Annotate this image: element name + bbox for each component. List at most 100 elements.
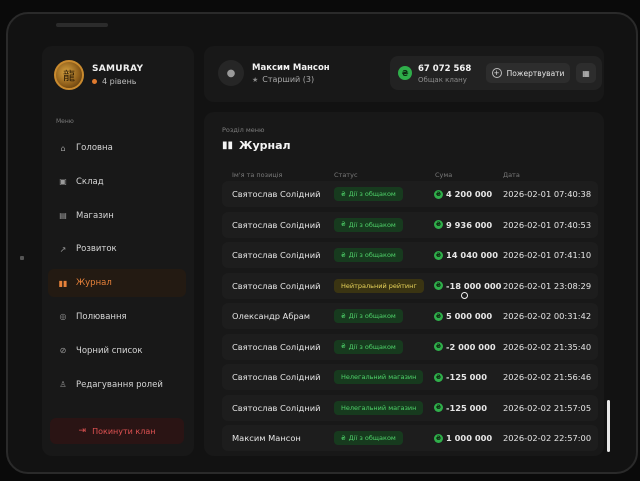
status-text: Дії з общаком: [348, 251, 396, 259]
user-edit-icon: ♙: [59, 380, 67, 390]
page-title: ▮▮ Журнал: [222, 139, 291, 152]
sidebar-item-label: Розвиток: [76, 244, 117, 255]
row-name: Святослав Солідний: [232, 250, 321, 260]
sidebar-item-label: Редагування ролей: [76, 379, 163, 390]
wallet-icon[interactable]: ▦: [576, 63, 596, 83]
status-badge: Нейтральний рейтинг: [334, 278, 424, 293]
table-row[interactable]: Святослав Солідний Нейтральний рейтинг ₴…: [222, 272, 598, 299]
book-icon: ▮▮: [222, 140, 234, 151]
table-row[interactable]: Олександр Абрам ₴ Дії з общаком ₴ 5 000 00…: [222, 303, 598, 329]
donate-label: Пожертвувати: [506, 68, 565, 78]
sidebar-item-roles[interactable]: ♙ Редагування ролей: [48, 371, 186, 399]
table-row[interactable]: Святослав Солідний Нелегальний магазин ₴…: [222, 364, 598, 390]
sidebar-item-hunting[interactable]: ◎ Полювання: [48, 303, 186, 331]
row-status: ₴ Дії з общаком: [334, 242, 403, 268]
row-date: 2026-02-02 21:56:46: [503, 372, 592, 382]
donate-button[interactable]: + Пожертвувати: [486, 63, 570, 83]
row-date: 2026-02-02 21:57:05: [503, 402, 592, 413]
sidebar-item-label: Магазин: [76, 210, 114, 221]
leave-clan-button[interactable]: ⇥ Покинути клан: [50, 418, 184, 444]
status-badge: Нелегальний магазин: [334, 400, 424, 415]
row-amount: ₴ 1 000 000: [434, 425, 492, 451]
status-badge: ₴ Дії з общаком: [334, 431, 403, 445]
store-icon: ▤: [59, 211, 67, 221]
sidebar-item-blacklist[interactable]: ⊘ Чорний список: [48, 337, 186, 365]
sidebar-menu: ⌂ Головна ▣ Склад ▤ Магазин ↗ Розвиток ▮…: [48, 134, 186, 404]
table-row[interactable]: Святослав Солідний ₴ Дії з общаком ₴ 9 936…: [222, 211, 598, 238]
sidebar-item-label: Чорний список: [76, 345, 143, 356]
row-name: Святослав Солідний: [232, 280, 321, 291]
dragon-emblem-icon: 龍: [54, 60, 84, 90]
amount-text: -125 000: [446, 372, 487, 382]
row-status: Нейтральний рейтинг: [334, 273, 424, 299]
home-icon: ⌂: [60, 143, 66, 153]
row-name: Святослав Солідний: [232, 402, 321, 413]
tablet-frame: 龍 SAMURAY 4 рівень Меню ⌂ Головна ▣ Скла…: [6, 12, 638, 474]
exit-icon: ⇥: [78, 426, 87, 436]
status-text: Дії з общаком: [348, 434, 396, 442]
coin-icon: ₴: [434, 372, 443, 382]
user-avatar-icon[interactable]: ●: [218, 60, 244, 86]
table-row[interactable]: Святослав Солідний ₴ Дії з общаком ₴ -2 00…: [222, 333, 598, 360]
row-date: 2026-02-02 21:35:40: [503, 341, 592, 352]
status-text: Дії з общаком: [348, 342, 396, 351]
table-row[interactable]: Святослав Солідний ₴ Дії з общаком ₴ 4 200…: [222, 181, 598, 207]
cash-icon: ₴: [341, 251, 346, 259]
scrollbar[interactable]: [607, 400, 610, 452]
sidebar-item-home[interactable]: ⌂ Головна: [48, 134, 186, 162]
bezel-dot: [20, 256, 24, 260]
ban-icon: ⊘: [59, 346, 67, 356]
level-dot-icon: [92, 79, 97, 84]
leave-clan-label: Покинути клан: [92, 426, 156, 436]
amount-text: 5 000 000: [446, 311, 493, 321]
row-status: Нелегальний магазин: [334, 364, 424, 390]
row-status: ₴ Дії з общаком: [334, 181, 403, 207]
clan-profile[interactable]: 龍 SAMURAY 4 рівень: [54, 60, 143, 90]
status-badge: ₴ Дії з общаком: [334, 187, 403, 201]
mouse-cursor-icon: [461, 292, 468, 299]
row-status: ₴ Дії з общаком: [334, 303, 403, 329]
table-row[interactable]: Святослав Солідний ₴ Дії з общаком ₴ 14 04…: [222, 242, 598, 268]
box-icon: ▣: [59, 177, 67, 187]
row-date: 2026-02-01 07:40:38: [503, 189, 592, 199]
amount-text: 9 936 000: [446, 219, 493, 230]
amount-text: -125 000: [446, 402, 487, 413]
status-badge: ₴ Дії з общаком: [334, 339, 403, 354]
header-card: ● Максим Мансон ★ Старший (3) ₴ 67 072 5…: [204, 46, 604, 102]
funds-amount: 67 072 568: [418, 64, 472, 74]
row-date: 2026-02-01 07:41:10: [503, 250, 592, 260]
table-row[interactable]: Святослав Солідний Нелегальний магазин ₴…: [222, 394, 598, 421]
row-status: Нелегальний магазин: [334, 395, 424, 421]
column-header-date: Дата: [503, 171, 520, 179]
section-caption: Розділ меню: [222, 126, 265, 134]
row-name: Святослав Солідний: [232, 372, 321, 382]
row-name: Олександр Абрам: [232, 311, 311, 321]
cash-icon: ₴: [341, 221, 346, 228]
amount-text: -18 000 000: [446, 280, 502, 291]
sidebar-item-development[interactable]: ↗ Розвиток: [48, 235, 186, 263]
status-text: Нелегальний магазин: [341, 373, 417, 381]
sidebar-item-store[interactable]: ▤ Магазин: [48, 202, 186, 230]
row-amount: ₴ -2 000 000: [434, 334, 496, 360]
coin-icon: ₴: [434, 250, 443, 260]
row-date: 2026-02-02 00:31:42: [503, 311, 592, 321]
user-rank: ★ Старший (3): [252, 75, 314, 84]
row-date: 2026-02-01 23:08:29: [503, 280, 592, 291]
amount-text: -2 000 000: [446, 341, 496, 352]
sidebar-item-journal[interactable]: ▮▮ Журнал: [48, 269, 186, 298]
amount-text: 14 040 000: [446, 250, 498, 260]
status-text: Нелегальний магазин: [341, 403, 417, 412]
user-rank-text: Старший (3): [262, 75, 315, 84]
book-icon: ▮▮: [58, 278, 68, 288]
sidebar-item-storage[interactable]: ▣ Склад: [48, 168, 186, 196]
amount-text: 4 200 000: [446, 189, 493, 199]
table-row[interactable]: Максим Мансон ₴ Дії з общаком ₴ 1 000 000 …: [222, 425, 598, 451]
status-text: Дії з общаком: [348, 190, 396, 198]
status-badge: ₴ Дії з общаком: [334, 309, 403, 323]
coin-icon: ₴: [434, 220, 443, 229]
bezel-mark: [56, 23, 108, 27]
clan-funds: ₴ 67 072 568 Общак клану + Пожертвувати …: [390, 56, 602, 90]
status-badge: Нелегальний магазин: [334, 370, 424, 384]
funds-caption: Общак клану: [418, 76, 467, 84]
row-amount: ₴ 4 200 000: [434, 181, 492, 207]
